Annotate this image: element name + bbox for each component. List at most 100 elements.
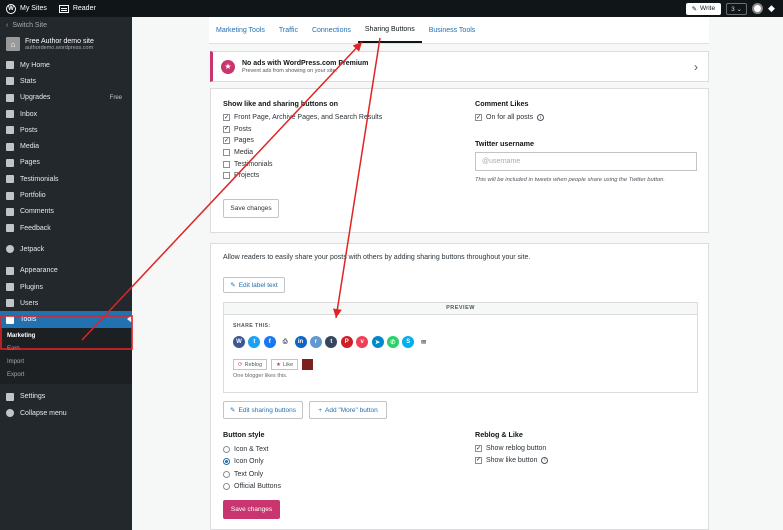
save-changes-button[interactable]: Save changes (223, 198, 279, 218)
facebook-icon[interactable]: f (263, 336, 276, 348)
pencil-icon: ✎ (230, 282, 236, 289)
site-icon: ⌂ (6, 37, 20, 51)
tab-sharing-buttons[interactable]: Sharing Buttons (357, 17, 422, 43)
feedback-icon (6, 224, 14, 233)
edit-sharing-buttons-button[interactable]: ✎ Edit sharing buttons (223, 401, 303, 419)
liker-avatar[interactable] (302, 359, 314, 370)
button-style-radio[interactable] (223, 470, 230, 478)
button-style-radio[interactable] (223, 458, 230, 466)
reblog-icon: ⟳ (238, 361, 243, 368)
show-on-checkbox[interactable] (223, 172, 230, 180)
show-reblog-row[interactable]: ✓ Show reblog button (475, 443, 548, 455)
premium-upsell-banner[interactable]: ★ No ads with WordPress.com Premium Prev… (210, 51, 709, 82)
sidebar-item-tools[interactable]: Tools (0, 311, 132, 328)
sidebar-item-jetpack[interactable]: Jetpack (0, 241, 132, 257)
show-reblog-checkbox[interactable]: ✓ (475, 445, 482, 453)
sub-item-marketing[interactable]: Marketing (0, 330, 132, 343)
sub-item-import[interactable]: Import (0, 356, 132, 369)
show-on-option-row[interactable]: ✓ Front Page, Archive Pages, and Search R… (223, 112, 382, 124)
comment-likes-checkbox-row[interactable]: ✓ On for all posts i (475, 112, 697, 124)
show-on-option-label: Front Page, Archive Pages, and Search Re… (234, 114, 383, 122)
likes-count-text: One blogger likes this. (233, 373, 288, 379)
show-on-option-row[interactable]: ✓ Posts (223, 124, 382, 136)
button-style-option[interactable]: Icon & Text (223, 443, 281, 456)
edit-label-text-button[interactable]: ✎ Edit label text (223, 277, 285, 293)
sidebar-item-posts[interactable]: Posts (0, 122, 132, 138)
testimonials-icon (6, 175, 14, 184)
sidebar-item-plugins[interactable]: Plugins (0, 279, 132, 295)
sidebar-item-inbox[interactable]: Inbox (0, 106, 132, 122)
sidebar-item-my-home[interactable]: My Home (0, 57, 132, 73)
tab-marketing-tools[interactable]: Marketing Tools (209, 17, 272, 43)
skype-icon[interactable]: S (402, 336, 415, 348)
show-on-option-row[interactable]: Projects (223, 170, 382, 182)
comment-likes-checkbox[interactable]: ✓ (475, 114, 482, 122)
sidebar-item-portfolio[interactable]: Portfolio (0, 187, 132, 203)
show-on-checkbox[interactable] (223, 149, 230, 157)
avatar[interactable] (752, 3, 763, 14)
button-style-option[interactable]: Official Buttons (223, 481, 281, 494)
tumblr-icon[interactable]: t (325, 336, 338, 348)
telegram-icon[interactable]: ➤ (371, 336, 384, 348)
pocket-icon[interactable]: v (356, 336, 369, 348)
info-icon[interactable]: i (541, 456, 549, 464)
show-on-option-row[interactable]: ✓ Pages (223, 135, 382, 147)
print-icon[interactable]: ⎙ (279, 336, 291, 348)
sidebar-item-upgrades[interactable]: Upgrades Free (0, 90, 132, 106)
sidebar-item-settings[interactable]: Settings (0, 389, 132, 405)
sub-item-earn[interactable]: Earn (0, 343, 132, 356)
button-style-option[interactable]: Icon Only (223, 456, 281, 469)
whatsapp-icon[interactable]: ✆ (386, 336, 399, 348)
reblog-button[interactable]: ⟳ Reblog (233, 359, 268, 370)
comment-likes-heading: Comment Likes (475, 99, 529, 108)
info-icon[interactable]: i (537, 114, 545, 122)
my-sites-link[interactable]: W My Sites (0, 3, 53, 14)
show-on-option-row[interactable]: Media (223, 147, 382, 159)
sidebar-item-comments[interactable]: Comments (0, 204, 132, 220)
tab-business-tools[interactable]: Business Tools (422, 17, 483, 43)
button-style-option[interactable]: Text Only (223, 468, 281, 481)
show-like-checkbox[interactable]: ✓ (475, 456, 482, 464)
notification-count-button[interactable]: 3 ⌄ (726, 2, 747, 15)
tab-connections[interactable]: Connections (305, 17, 358, 43)
collapse-menu-button[interactable]: Collapse menu (0, 405, 132, 421)
sidebar-item-media[interactable]: Media (0, 138, 132, 154)
twitter-icon[interactable]: t (248, 336, 261, 348)
tab-traffic[interactable]: Traffic (272, 17, 305, 43)
reddit-icon[interactable]: r (309, 336, 322, 348)
sidebar-item-feedback[interactable]: Feedback (0, 220, 132, 236)
wordpress-logo-icon: W (6, 3, 16, 14)
show-on-checkbox[interactable]: ✓ (223, 114, 230, 122)
sidebar-item-appearance[interactable]: Appearance (0, 263, 132, 279)
wordpress-icon[interactable]: W (233, 336, 245, 348)
show-on-checkbox[interactable] (223, 160, 230, 168)
write-label: Write (700, 5, 716, 12)
pinterest-icon[interactable]: P (340, 336, 353, 348)
button-style-label: Icon & Text (234, 445, 269, 453)
sidebar-item-users[interactable]: Users (0, 295, 132, 311)
sidebar-item-pages[interactable]: Pages (0, 155, 132, 171)
site-card[interactable]: ⌂ Free Author demo site authordemo.wordp… (0, 33, 132, 57)
show-on-option-label: Testimonials (234, 160, 273, 168)
button-style-radio[interactable] (223, 483, 230, 491)
sidebar-item-testimonials[interactable]: Testimonials (0, 171, 132, 187)
sidebar-item-stats[interactable]: Stats (0, 73, 132, 89)
write-button[interactable]: ✎ Write (685, 2, 722, 15)
switch-site-link[interactable]: ‹ Switch Site (0, 17, 132, 33)
bell-icon[interactable]: ◆ (768, 4, 777, 13)
show-on-checkbox[interactable]: ✓ (223, 137, 230, 145)
sub-item-export[interactable]: Export (0, 369, 132, 382)
show-like-row[interactable]: ✓ Show like button i (475, 455, 549, 467)
save-changes-button-bottom[interactable]: Save changes (223, 500, 280, 519)
twitter-username-input[interactable]: @username (475, 151, 697, 171)
add-more-button[interactable]: + Add "More" button (309, 401, 387, 419)
reader-link[interactable]: Reader (53, 4, 102, 13)
show-on-checkbox[interactable]: ✓ (223, 125, 230, 133)
button-style-radio[interactable] (223, 445, 230, 453)
like-button[interactable]: ★ Like (271, 359, 299, 370)
promo-subtitle: Prevent ads from showing on your site. (242, 67, 338, 74)
linkedin-icon[interactable]: in (294, 336, 307, 348)
show-on-option-row[interactable]: Testimonials (223, 158, 382, 170)
tools-icon (6, 315, 14, 324)
email-icon[interactable]: ✉ (418, 336, 430, 348)
